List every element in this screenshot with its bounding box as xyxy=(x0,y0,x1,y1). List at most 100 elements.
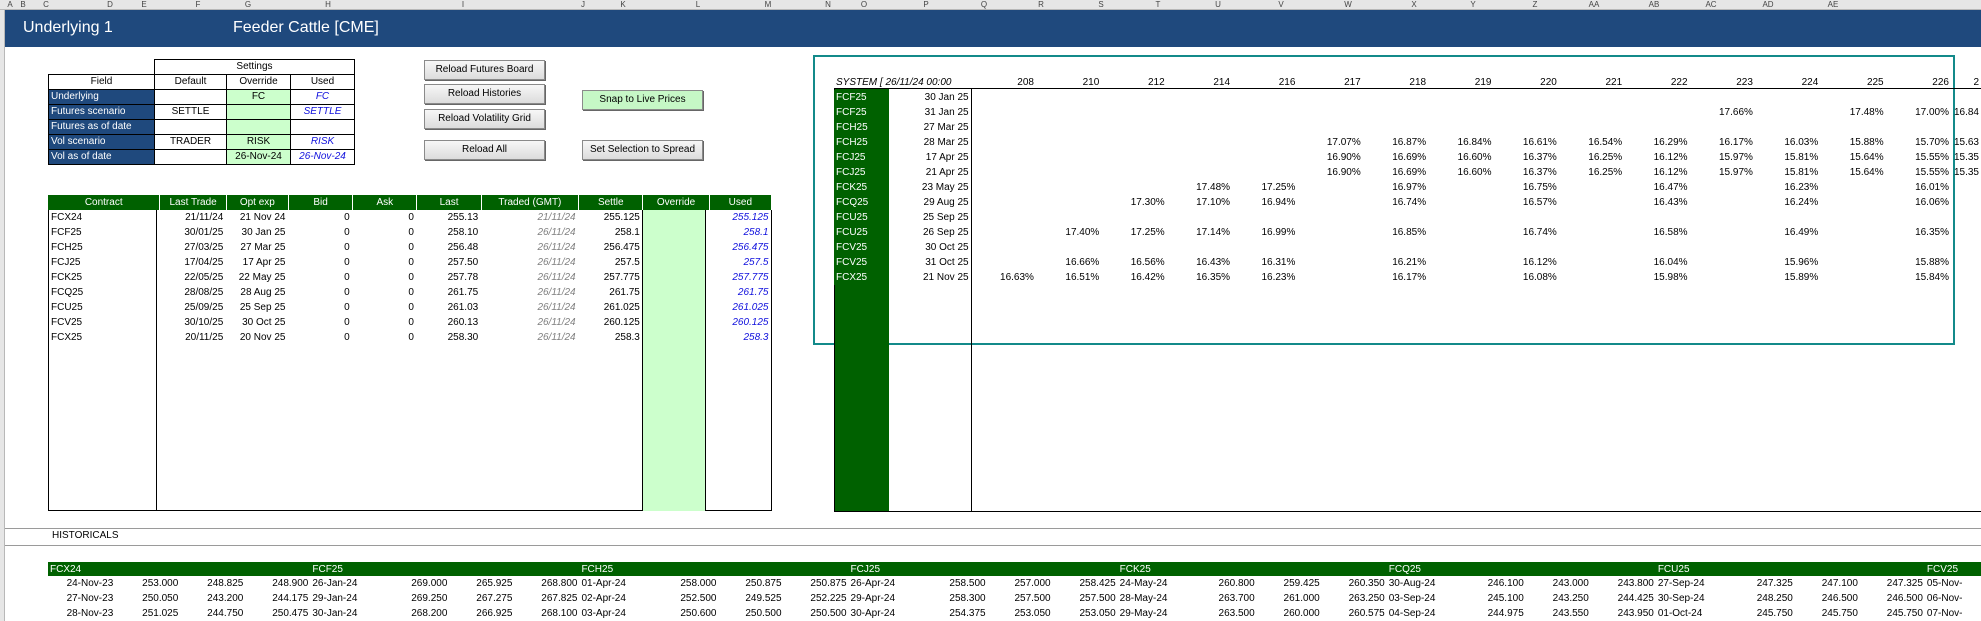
contract-override-cell[interactable] xyxy=(643,300,709,315)
vol-cell[interactable]: 16.12% xyxy=(1493,255,1558,270)
vol-cell[interactable]: 16.84% xyxy=(1428,135,1493,150)
vol-cell[interactable] xyxy=(1690,225,1755,240)
vol-cell[interactable]: 16.24% xyxy=(1755,195,1820,210)
vol-cell[interactable]: 17.25% xyxy=(1232,180,1297,195)
vol-cell[interactable] xyxy=(1820,180,1885,195)
vol-cell[interactable]: 15.64% xyxy=(1820,150,1885,165)
vol-cell[interactable] xyxy=(1690,90,1755,105)
vol-cell[interactable] xyxy=(971,195,1036,210)
vol-cell[interactable] xyxy=(1951,270,1981,285)
vol-cell[interactable] xyxy=(1820,90,1885,105)
vol-cell[interactable] xyxy=(1690,240,1755,255)
vol-cell[interactable] xyxy=(1755,210,1820,225)
vol-cell[interactable]: 15.55% xyxy=(1886,165,1951,180)
vol-cell[interactable]: 15.89% xyxy=(1755,270,1820,285)
vol-cell[interactable] xyxy=(1951,180,1981,195)
vol-cell[interactable] xyxy=(1363,210,1428,225)
vol-cell[interactable] xyxy=(1624,105,1689,120)
vol-cell[interactable]: 17.30% xyxy=(1101,195,1166,210)
vol-cell[interactable]: 16.97% xyxy=(1363,180,1428,195)
vol-cell[interactable] xyxy=(971,150,1036,165)
vol-cell[interactable]: 15.96% xyxy=(1755,255,1820,270)
vol-cell[interactable] xyxy=(1036,165,1101,180)
vol-cell[interactable] xyxy=(1101,90,1166,105)
vol-cell[interactable] xyxy=(1755,90,1820,105)
vol-cell[interactable]: 16.60% xyxy=(1428,150,1493,165)
vol-cell[interactable] xyxy=(1297,255,1362,270)
vol-cell[interactable]: 16.29% xyxy=(1624,135,1689,150)
vol-cell[interactable] xyxy=(1101,105,1166,120)
vol-cell[interactable] xyxy=(1886,210,1951,225)
vol-cell[interactable]: 15.84% xyxy=(1886,270,1951,285)
vol-cell[interactable]: 15.88% xyxy=(1886,255,1951,270)
vol-cell[interactable] xyxy=(1820,195,1885,210)
vol-cell[interactable]: 15.81% xyxy=(1755,150,1820,165)
vol-cell[interactable] xyxy=(1820,225,1885,240)
vol-cell[interactable]: 16.54% xyxy=(1559,135,1624,150)
vol-cell[interactable] xyxy=(1036,150,1101,165)
vol-cell[interactable] xyxy=(1951,240,1981,255)
vol-cell[interactable]: 16.42% xyxy=(1101,270,1166,285)
set-selection-to-spread-button[interactable]: Set Selection to Spread xyxy=(582,140,703,160)
vol-cell[interactable] xyxy=(1428,210,1493,225)
vol-cell[interactable]: 16.90% xyxy=(1297,150,1362,165)
vol-cell[interactable] xyxy=(1363,105,1428,120)
vol-cell[interactable]: 16.37% xyxy=(1493,150,1558,165)
vol-cell[interactable] xyxy=(1363,120,1428,135)
vol-cell[interactable]: 16.23% xyxy=(1232,270,1297,285)
vol-cell[interactable]: 16.43% xyxy=(1624,195,1689,210)
vol-cell[interactable] xyxy=(1951,195,1981,210)
vol-cell[interactable]: 15.70% xyxy=(1886,135,1951,150)
vol-cell[interactable] xyxy=(1232,105,1297,120)
vol-cell[interactable] xyxy=(1951,225,1981,240)
vol-cell[interactable] xyxy=(1363,240,1428,255)
snap-to-live-prices-button[interactable]: Snap to Live Prices xyxy=(582,90,703,110)
contract-override-cell[interactable] xyxy=(643,270,709,285)
vol-cell[interactable]: 15.88% xyxy=(1820,135,1885,150)
vol-cell[interactable] xyxy=(1559,90,1624,105)
vol-cell[interactable] xyxy=(1559,255,1624,270)
vol-cell[interactable]: 16.47% xyxy=(1624,180,1689,195)
vol-cell[interactable] xyxy=(1167,165,1232,180)
vol-cell[interactable] xyxy=(971,105,1036,120)
vol-cell[interactable] xyxy=(1690,180,1755,195)
vol-cell[interactable] xyxy=(971,90,1036,105)
vol-cell[interactable] xyxy=(1428,180,1493,195)
vol-cell[interactable] xyxy=(1493,120,1558,135)
vol-cell[interactable]: 16.74% xyxy=(1493,225,1558,240)
vol-cell[interactable]: 16.69% xyxy=(1363,165,1428,180)
vol-cell[interactable] xyxy=(1428,240,1493,255)
vol-cell[interactable] xyxy=(1297,90,1362,105)
vol-cell[interactable] xyxy=(1755,105,1820,120)
vol-cell[interactable]: 16.43% xyxy=(1167,255,1232,270)
vol-cell[interactable] xyxy=(1951,120,1981,135)
vol-cell[interactable] xyxy=(1167,135,1232,150)
settings-override[interactable]: RISK xyxy=(226,134,291,150)
vol-cell[interactable]: 16.03% xyxy=(1755,135,1820,150)
vol-cell[interactable]: 15.55% xyxy=(1886,150,1951,165)
vol-cell[interactable]: 16.84 xyxy=(1951,105,1981,120)
reload-volatility-grid-button[interactable]: Reload Volatility Grid xyxy=(424,109,545,129)
vol-cell[interactable] xyxy=(1167,105,1232,120)
vol-cell[interactable] xyxy=(1101,180,1166,195)
vol-cell[interactable]: 17.00% xyxy=(1886,105,1951,120)
vol-cell[interactable] xyxy=(1101,240,1166,255)
vol-cell[interactable] xyxy=(1232,90,1297,105)
vol-cell[interactable] xyxy=(1036,180,1101,195)
vol-cell[interactable] xyxy=(1559,180,1624,195)
vol-cell[interactable]: 15.97% xyxy=(1690,165,1755,180)
vol-cell[interactable]: 16.99% xyxy=(1232,225,1297,240)
vol-cell[interactable]: 16.08% xyxy=(1493,270,1558,285)
vol-cell[interactable]: 16.35% xyxy=(1167,270,1232,285)
vol-cell[interactable] xyxy=(1036,240,1101,255)
vol-cell[interactable]: 16.31% xyxy=(1232,255,1297,270)
vol-cell[interactable] xyxy=(1820,240,1885,255)
vol-cell[interactable] xyxy=(971,120,1036,135)
vol-cell[interactable] xyxy=(1820,255,1885,270)
vol-cell[interactable] xyxy=(971,210,1036,225)
vol-cell[interactable]: 16.61% xyxy=(1493,135,1558,150)
vol-cell[interactable] xyxy=(1101,210,1166,225)
vol-cell[interactable] xyxy=(1297,270,1362,285)
vol-cell[interactable]: 16.90% xyxy=(1297,165,1362,180)
vol-cell[interactable]: 16.25% xyxy=(1559,165,1624,180)
